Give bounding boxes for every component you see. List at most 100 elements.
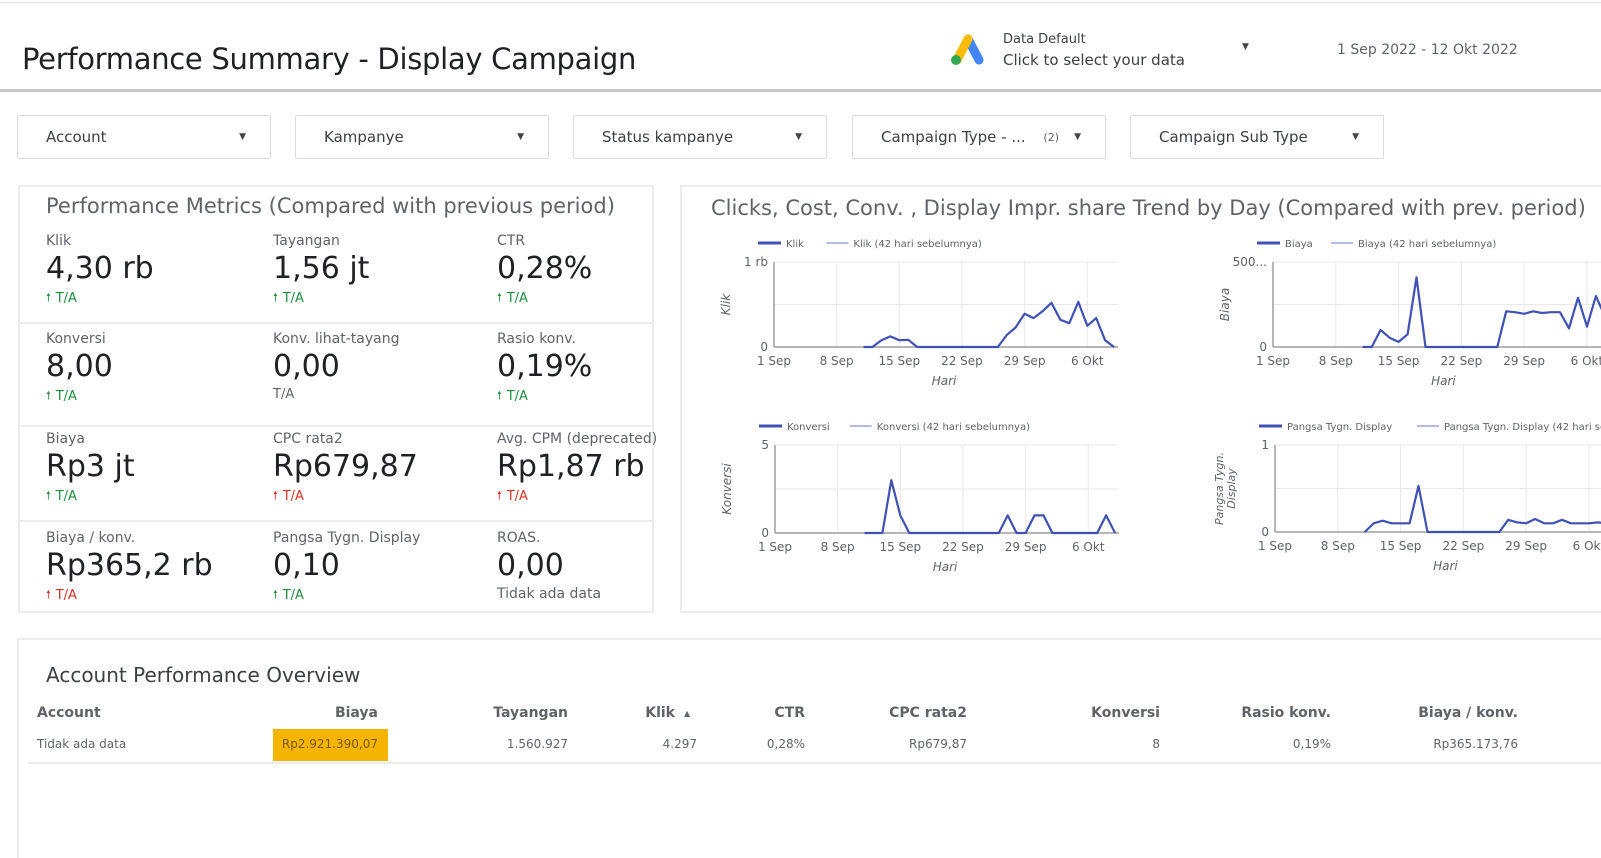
arrow-up-icon: 🠕 <box>497 289 502 308</box>
row-divider <box>20 322 652 324</box>
metric-delta: 🠕 T/A <box>46 387 266 406</box>
filter-selected-count: (2) <box>1043 131 1059 144</box>
column-header-rasio-konv[interactable]: Rasio konv. <box>1241 705 1331 721</box>
filter-campaign-sub-type[interactable]: Campaign Sub Type ▼ <box>1130 115 1384 159</box>
metric-delta: T/A <box>273 387 493 402</box>
x-tick-label: 1 Sep <box>1256 354 1290 368</box>
metric-delta-text: Tidak ada data <box>497 586 601 602</box>
filter-account[interactable]: Account ▼ <box>17 115 271 159</box>
x-tick-label: 6 Okt <box>1571 354 1601 368</box>
metric-card: Biaya / konv. Rp365,2 rb 🠕 T/A <box>46 530 266 605</box>
metric-label: Biaya / konv. <box>46 530 266 546</box>
data-source-dropdown-icon[interactable]: ▼ <box>1242 42 1249 52</box>
y-axis-title: Biaya <box>1218 288 1232 321</box>
metric-delta-text: T/A <box>56 588 77 603</box>
y-tick-label: 1 rb <box>744 255 768 269</box>
metric-value: 1,56 jt <box>273 251 493 287</box>
x-tick-label: 1 Sep <box>757 354 791 368</box>
x-tick-label: 22 Sep <box>942 540 984 554</box>
column-header-konversi[interactable]: Konversi <box>1091 705 1160 721</box>
arrow-up-icon: 🠕 <box>273 487 278 506</box>
metric-delta-text: T/A <box>507 291 528 306</box>
table-title: Account Performance Overview <box>46 663 360 687</box>
y-tick-label: 0 <box>760 340 768 354</box>
metric-delta: 🠕 T/A <box>46 586 266 605</box>
metric-card: CPC rata2Rp679,87🠕T/A <box>273 431 493 506</box>
legend-label: Klik <box>786 239 804 250</box>
legend-label: Biaya (42 hari sebelumnya) <box>1358 239 1496 250</box>
metric-delta-text: T/A <box>283 291 304 306</box>
x-tick-label: 29 Sep <box>1004 354 1046 368</box>
metric-value: 0,10 <box>273 548 493 584</box>
x-tick-label: 15 Sep <box>1380 539 1422 553</box>
x-tick-label: 15 Sep <box>1378 354 1420 368</box>
legend-label: Pangsa Tygn. Display <box>1287 422 1392 433</box>
metric-delta-text: T/A <box>56 291 77 306</box>
column-header-cpc[interactable]: CPC rata2 <box>889 705 967 721</box>
column-header-tayangan[interactable]: Tayangan <box>493 705 568 721</box>
x-axis-title: Hari <box>933 560 958 573</box>
header-divider <box>0 89 1601 92</box>
metric-value: 4,30 rb <box>46 251 266 287</box>
x-axis-title: Hari <box>1433 559 1458 573</box>
chevron-down-icon: ▼ <box>1074 132 1081 142</box>
y-tick-label: 0 <box>1259 340 1267 354</box>
sort-ascending-icon[interactable]: ▲ <box>684 709 690 718</box>
column-header-biaya-per-konv[interactable]: Biaya / konv. <box>1418 705 1518 721</box>
metric-value: 0,00 <box>273 349 493 385</box>
column-header-account[interactable]: Account <box>37 705 101 721</box>
metric-value: Rp3 jt <box>46 449 266 485</box>
metric-label: Pangsa Tygn. Display <box>273 530 493 546</box>
cell-konversi: 8 <box>1152 737 1160 751</box>
metric-card: Klik4,30 rb🠕T/A <box>46 233 266 308</box>
arrow-up-icon: 🠕 <box>46 387 51 406</box>
x-axis-title: Hari <box>932 374 957 388</box>
metric-card: Tayangan1,56 jt🠕T/A <box>273 233 493 308</box>
x-tick-label: 29 Sep <box>1503 354 1545 368</box>
google-ads-logo-icon[interactable] <box>948 33 986 67</box>
y-tick-label: 1 <box>1261 438 1269 452</box>
legend-label: Pangsa Tygn. Display (42 hari sebelumnya… <box>1444 422 1601 433</box>
x-axis-title: Hari <box>1431 374 1456 388</box>
y-tick-label: 500... <box>1233 255 1267 269</box>
arrow-up-icon: 🠕 <box>46 586 51 605</box>
pangsa-chart: Pangsa Tygn. Display Pangsa Tygn. Display… <box>1180 413 1601 573</box>
metric-delta-text: T/A <box>507 389 528 404</box>
row-divider <box>20 425 652 427</box>
filter-status-kampanye[interactable]: Status kampanye ▼ <box>573 115 827 159</box>
filter-label: Campaign Type - ... <box>881 128 1026 146</box>
table-row-divider <box>28 762 1601 764</box>
metric-delta-text: T/A <box>56 389 77 404</box>
filter-label: Status kampanye <box>602 128 733 146</box>
data-source-selector[interactable]: Click to select your data <box>1003 51 1185 69</box>
klik-chart: KlikKlik (42 hari sebelumnya)1 Sep8 Sep1… <box>700 230 1140 390</box>
filter-campaign-type[interactable]: Campaign Type - ... (2) ▼ <box>852 115 1106 159</box>
column-header-klik[interactable]: Klik <box>645 705 675 721</box>
metric-delta: 🠕T/A <box>46 487 266 506</box>
metric-value: Rp365,2 rb <box>46 548 266 584</box>
y-tick-label: 5 <box>761 438 769 452</box>
filter-label: Account <box>46 128 107 146</box>
row-divider <box>20 520 652 522</box>
series-line <box>865 480 1116 533</box>
x-tick-label: 1 Sep <box>1258 539 1292 553</box>
column-header-ctr[interactable]: CTR <box>774 705 805 721</box>
metric-delta-text: T/A <box>283 489 304 504</box>
metrics-panel-title: Performance Metrics (Compared with previ… <box>46 194 615 218</box>
data-source-label[interactable]: Data Default <box>1003 32 1086 47</box>
metric-delta-text: T/A <box>507 489 528 504</box>
column-header-biaya[interactable]: Biaya <box>335 705 378 721</box>
chevron-down-icon: ▼ <box>517 132 524 142</box>
date-range-picker[interactable]: 1 Sep 2022 - 12 Okt 2022 <box>1337 42 1518 58</box>
filter-kampanye[interactable]: Kampanye ▼ <box>295 115 549 159</box>
legend-label: Klik (42 hari sebelumnya) <box>853 239 982 250</box>
cell-cpc: Rp679,87 <box>909 737 967 751</box>
metric-label: Konv. lihat-tayang <box>273 331 493 347</box>
metric-delta-text: T/A <box>56 489 77 504</box>
cell-account: Tidak ada data <box>37 737 126 751</box>
metric-delta: 🠕T/A <box>273 289 493 308</box>
arrow-up-icon: 🠕 <box>273 586 278 605</box>
cell-biaya-per-konv: Rp365.173,76 <box>1433 737 1518 751</box>
metric-card: Konversi8,00🠕T/A <box>46 331 266 406</box>
cell-klik: 4.297 <box>663 737 697 751</box>
